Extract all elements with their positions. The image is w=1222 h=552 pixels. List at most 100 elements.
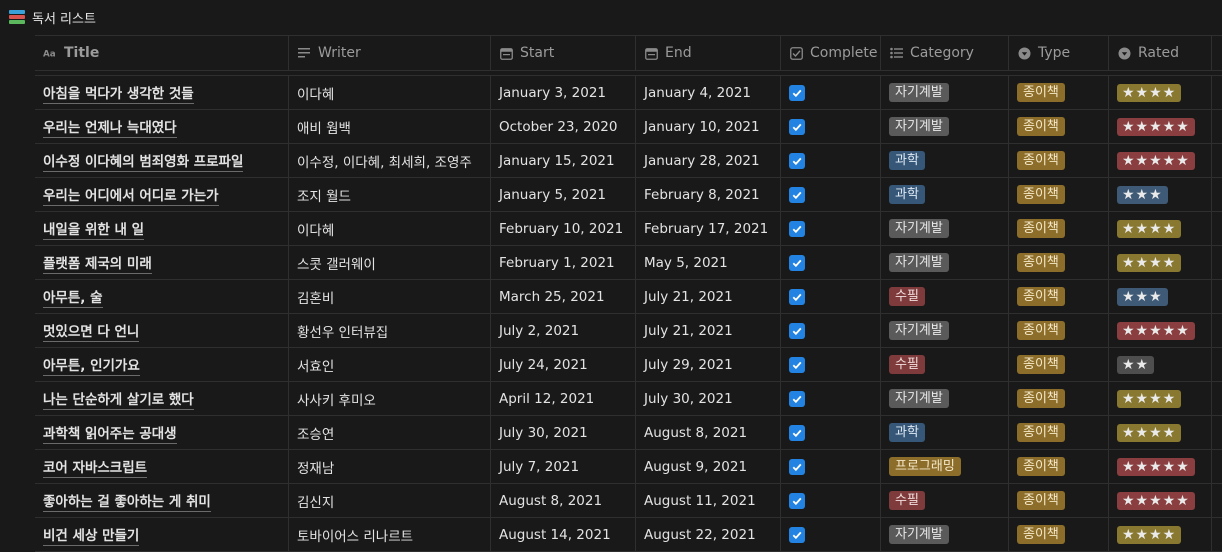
start-date-cell[interactable]: July 2, 2021 [491,314,636,347]
title-cell[interactable]: 우리는 언제나 늑대였다 [35,110,289,143]
type-cell[interactable]: 종이책 [1009,484,1109,517]
category-cell[interactable]: 수필 [881,484,1009,517]
writer-cell[interactable]: 이수정, 이다혜, 최세희, 조영주 [289,144,491,177]
end-date-cell[interactable]: May 5, 2021 [636,246,781,279]
book-title[interactable]: 아무튼, 술 [43,286,103,308]
category-cell[interactable]: 수필 [881,280,1009,313]
title-cell[interactable]: 우리는 어디에서 어디로 가는가 [35,178,289,211]
title-cell[interactable]: 플랫폼 제국의 미래 [35,246,289,279]
writer-cell[interactable]: 애비 웜백 [289,110,491,143]
type-cell[interactable]: 종이책 [1009,76,1109,109]
end-date-cell[interactable]: January 4, 2021 [636,76,781,109]
table-row[interactable]: 과학책 읽어주는 공대생 조승연 July 30, 2021 August 8,… [35,416,1222,450]
complete-checkbox[interactable] [789,458,805,475]
rated-cell[interactable]: ★★★★ [1109,76,1212,109]
type-cell[interactable]: 종이책 [1009,348,1109,381]
title-cell[interactable]: 코어 자바스크립트 [35,450,289,483]
start-date-cell[interactable]: January 15, 2021 [491,144,636,177]
table-row[interactable]: 플랫폼 제국의 미래 스콧 갤러웨이 February 1, 2021 May … [35,246,1222,280]
start-date-cell[interactable]: August 8, 2021 [491,484,636,517]
start-date-cell[interactable]: January 3, 2021 [491,76,636,109]
type-cell[interactable]: 종이책 [1009,144,1109,177]
end-date-cell[interactable]: August 11, 2021 [636,484,781,517]
complete-checkbox[interactable] [789,152,805,169]
end-date-cell[interactable]: February 17, 2021 [636,212,781,245]
start-date-cell[interactable]: April 12, 2021 [491,382,636,415]
category-cell[interactable]: 프로그래밍 [881,450,1009,483]
column-header-writer[interactable]: Writer [289,36,491,70]
rated-cell[interactable]: ★★★★★ [1109,450,1212,483]
writer-cell[interactable]: 서효인 [289,348,491,381]
writer-cell[interactable]: 김신지 [289,484,491,517]
complete-checkbox[interactable] [789,84,805,101]
book-title[interactable]: 우리는 언제나 늑대였다 [43,116,177,138]
category-cell[interactable]: 자기계발 [881,314,1009,347]
start-date-cell[interactable]: July 30, 2021 [491,416,636,449]
book-title[interactable]: 멋있으면 다 언니 [43,320,140,342]
book-title[interactable]: 좋아하는 걸 좋아하는 게 취미 [43,490,211,512]
end-date-cell[interactable]: August 9, 2021 [636,450,781,483]
writer-cell[interactable]: 이다혜 [289,212,491,245]
type-cell[interactable]: 종이책 [1009,110,1109,143]
rated-cell[interactable]: ★★★★★ [1109,484,1212,517]
book-title[interactable]: 과학책 읽어주는 공대생 [43,422,177,444]
category-cell[interactable]: 과학 [881,416,1009,449]
column-header-start[interactable]: Start [491,36,636,70]
type-cell[interactable]: 종이책 [1009,416,1109,449]
end-date-cell[interactable]: July 30, 2021 [636,382,781,415]
category-cell[interactable]: 자기계발 [881,212,1009,245]
book-title[interactable]: 코어 자바스크립트 [43,456,148,478]
title-cell[interactable]: 아무튼, 술 [35,280,289,313]
end-date-cell[interactable]: February 8, 2021 [636,178,781,211]
start-date-cell[interactable]: July 7, 2021 [491,450,636,483]
rated-cell[interactable]: ★★ [1109,348,1212,381]
rated-cell[interactable]: ★★★ [1109,280,1212,313]
table-row[interactable]: 내일을 위한 내 일 이다혜 February 10, 2021 Februar… [35,212,1222,246]
table-row[interactable]: 아무튼, 술 김혼비 March 25, 2021 July 21, 2021 … [35,280,1222,314]
start-date-cell[interactable]: January 5, 2021 [491,178,636,211]
complete-checkbox[interactable] [789,424,805,441]
complete-checkbox[interactable] [789,390,805,407]
title-cell[interactable]: 멋있으면 다 언니 [35,314,289,347]
complete-checkbox[interactable] [789,220,805,237]
table-row[interactable]: 우리는 언제나 늑대였다 애비 웜백 October 23, 2020 Janu… [35,110,1222,144]
rated-cell[interactable]: ★★★ [1109,178,1212,211]
title-cell[interactable]: 과학책 읽어주는 공대생 [35,416,289,449]
end-date-cell[interactable]: August 8, 2021 [636,416,781,449]
rated-cell[interactable]: ★★★★★ [1109,314,1212,347]
table-row[interactable]: 아무튼, 인기가요 서효인 July 24, 2021 July 29, 202… [35,348,1222,382]
book-title[interactable]: 내일을 위한 내 일 [43,218,145,240]
table-row[interactable]: 좋아하는 걸 좋아하는 게 취미 김신지 August 8, 2021 Augu… [35,484,1222,518]
writer-cell[interactable]: 김혼비 [289,280,491,313]
end-date-cell[interactable]: July 29, 2021 [636,348,781,381]
type-cell[interactable]: 종이책 [1009,280,1109,313]
title-cell[interactable]: 이수정 이다혜의 범죄영화 프로파일 [35,144,289,177]
book-title[interactable]: 아침을 먹다가 생각한 것들 [43,82,194,104]
type-cell[interactable]: 종이책 [1009,450,1109,483]
type-cell[interactable]: 종이책 [1009,246,1109,279]
rated-cell[interactable]: ★★★★ [1109,382,1212,415]
book-title[interactable]: 플랫폼 제국의 미래 [43,252,152,274]
table-row[interactable]: 나는 단순하게 살기로 했다 사사키 후미오 April 12, 2021 Ju… [35,382,1222,416]
start-date-cell[interactable]: March 25, 2021 [491,280,636,313]
end-date-cell[interactable]: July 21, 2021 [636,280,781,313]
writer-cell[interactable]: 스콧 갤러웨이 [289,246,491,279]
title-cell[interactable]: 나는 단순하게 살기로 했다 [35,382,289,415]
title-cell[interactable]: 아무튼, 인기가요 [35,348,289,381]
column-header-type[interactable]: Type [1009,36,1109,70]
complete-checkbox[interactable] [789,322,805,339]
complete-checkbox[interactable] [789,492,805,509]
table-row[interactable]: 우리는 어디에서 어디로 가는가 조지 월드 January 5, 2021 F… [35,178,1222,212]
book-title[interactable]: 나는 단순하게 살기로 했다 [43,388,194,410]
book-title[interactable]: 아무튼, 인기가요 [43,354,140,376]
category-cell[interactable]: 수필 [881,348,1009,381]
type-cell[interactable]: 종이책 [1009,314,1109,347]
writer-cell[interactable]: 이다혜 [289,76,491,109]
type-cell[interactable]: 종이책 [1009,178,1109,211]
column-header-complete[interactable]: Complete [781,36,881,70]
table-row[interactable]: 아침을 먹다가 생각한 것들 이다혜 January 3, 2021 Janua… [35,76,1222,110]
rated-cell[interactable]: ★★★★★ [1109,110,1212,143]
writer-cell[interactable]: 정재남 [289,450,491,483]
writer-cell[interactable]: 황선우 인터뷰집 [289,314,491,347]
start-date-cell[interactable]: October 23, 2020 [491,110,636,143]
